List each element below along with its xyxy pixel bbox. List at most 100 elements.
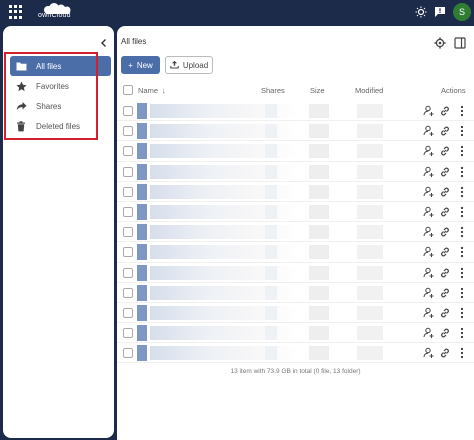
file-name[interactable]	[150, 245, 300, 260]
more-actions-icon[interactable]	[456, 287, 468, 299]
file-name[interactable]	[150, 346, 300, 361]
file-name[interactable]	[150, 124, 300, 139]
sidebar-item-shares[interactable]: Shares	[10, 96, 111, 116]
row-checkbox[interactable]	[123, 126, 133, 137]
more-actions-icon[interactable]	[456, 206, 468, 218]
file-name[interactable]	[150, 326, 300, 341]
table-row[interactable]	[117, 343, 474, 364]
add-share-icon[interactable]	[423, 226, 435, 238]
table-row[interactable]	[117, 101, 474, 122]
breadcrumb[interactable]: All files	[121, 37, 146, 46]
link-icon[interactable]	[439, 327, 451, 339]
table-row[interactable]	[117, 121, 474, 142]
column-modified[interactable]: Modified	[355, 86, 383, 95]
link-icon[interactable]	[439, 307, 451, 319]
table-row[interactable]	[117, 242, 474, 263]
more-actions-icon[interactable]	[456, 186, 468, 198]
sidebar-item-all-files[interactable]: All files	[10, 56, 111, 76]
table-row[interactable]	[117, 182, 474, 202]
more-actions-icon[interactable]	[456, 347, 468, 359]
more-actions-icon[interactable]	[456, 166, 468, 178]
add-share-icon[interactable]	[423, 287, 435, 299]
table-row[interactable]	[117, 283, 474, 303]
add-share-icon[interactable]	[423, 267, 435, 279]
row-checkbox[interactable]	[123, 146, 133, 157]
add-share-icon[interactable]	[423, 145, 435, 157]
file-name[interactable]	[150, 184, 300, 199]
link-icon[interactable]	[439, 246, 451, 258]
row-checkbox[interactable]	[123, 206, 133, 217]
link-icon[interactable]	[439, 105, 451, 117]
file-name[interactable]	[150, 144, 300, 159]
select-all-checkbox[interactable]	[123, 85, 133, 95]
link-icon[interactable]	[439, 267, 451, 279]
row-checkbox[interactable]	[123, 267, 133, 278]
table-row[interactable]	[117, 162, 474, 182]
add-share-icon[interactable]	[423, 105, 435, 117]
row-checkbox[interactable]	[123, 106, 133, 116]
row-checkbox[interactable]	[123, 166, 133, 177]
add-share-icon[interactable]	[423, 125, 435, 137]
table-row[interactable]	[117, 202, 474, 223]
more-actions-icon[interactable]	[456, 267, 468, 279]
file-name[interactable]	[150, 265, 300, 280]
file-name[interactable]	[150, 104, 300, 118]
column-size[interactable]: Size	[310, 86, 325, 95]
new-button[interactable]: + New	[121, 56, 160, 74]
more-actions-icon[interactable]	[456, 307, 468, 319]
row-checkbox[interactable]	[123, 307, 133, 318]
add-share-icon[interactable]	[423, 307, 435, 319]
row-checkbox[interactable]	[123, 186, 133, 197]
row-checkbox[interactable]	[123, 287, 133, 298]
avatar[interactable]: S	[453, 3, 471, 21]
size-cell	[309, 265, 329, 280]
add-share-icon[interactable]	[423, 186, 435, 198]
add-share-icon[interactable]	[423, 246, 435, 258]
table-row[interactable]	[117, 141, 474, 162]
sort-down-icon[interactable]: ↓	[162, 86, 166, 95]
file-name[interactable]	[150, 285, 300, 300]
more-actions-icon[interactable]	[456, 226, 468, 238]
link-icon[interactable]	[439, 186, 451, 198]
add-share-icon[interactable]	[423, 327, 435, 339]
table-row[interactable]	[117, 263, 474, 283]
add-share-icon[interactable]	[423, 206, 435, 218]
sidebar-item-favorites[interactable]: Favorites	[10, 76, 111, 96]
add-share-icon[interactable]	[423, 347, 435, 359]
more-actions-icon[interactable]	[456, 125, 468, 137]
star-icon	[15, 80, 27, 92]
collapse-sidebar-icon[interactable]	[99, 35, 109, 47]
add-share-icon[interactable]	[423, 166, 435, 178]
sidebar-toggle-icon[interactable]	[454, 36, 466, 49]
link-icon[interactable]	[439, 145, 451, 157]
file-name[interactable]	[150, 305, 300, 320]
column-name[interactable]: Name	[138, 86, 158, 95]
file-name[interactable]	[150, 225, 300, 240]
theme-toggle-icon[interactable]	[413, 4, 429, 20]
more-actions-icon[interactable]	[456, 145, 468, 157]
modified-cell	[357, 326, 383, 341]
table-row[interactable]	[117, 303, 474, 324]
file-name[interactable]	[150, 164, 300, 179]
link-icon[interactable]	[439, 166, 451, 178]
more-actions-icon[interactable]	[456, 327, 468, 339]
more-actions-icon[interactable]	[456, 246, 468, 258]
link-icon[interactable]	[439, 206, 451, 218]
table-row[interactable]	[117, 222, 474, 243]
link-icon[interactable]	[439, 226, 451, 238]
row-checkbox[interactable]	[123, 247, 133, 258]
row-checkbox[interactable]	[123, 348, 133, 359]
link-icon[interactable]	[439, 125, 451, 137]
more-actions-icon[interactable]	[456, 105, 468, 117]
upload-button[interactable]: Upload	[165, 56, 213, 74]
sidebar-item-deleted-files[interactable]: Deleted files	[10, 116, 111, 136]
settings-gear-icon[interactable]	[434, 36, 446, 49]
row-checkbox[interactable]	[123, 227, 133, 238]
row-checkbox[interactable]	[123, 328, 133, 339]
apps-grid-icon[interactable]	[9, 5, 23, 19]
link-icon[interactable]	[439, 347, 451, 359]
feedback-icon[interactable]	[432, 4, 448, 20]
file-name[interactable]	[150, 204, 300, 219]
link-icon[interactable]	[439, 287, 451, 299]
table-row[interactable]	[117, 323, 474, 344]
